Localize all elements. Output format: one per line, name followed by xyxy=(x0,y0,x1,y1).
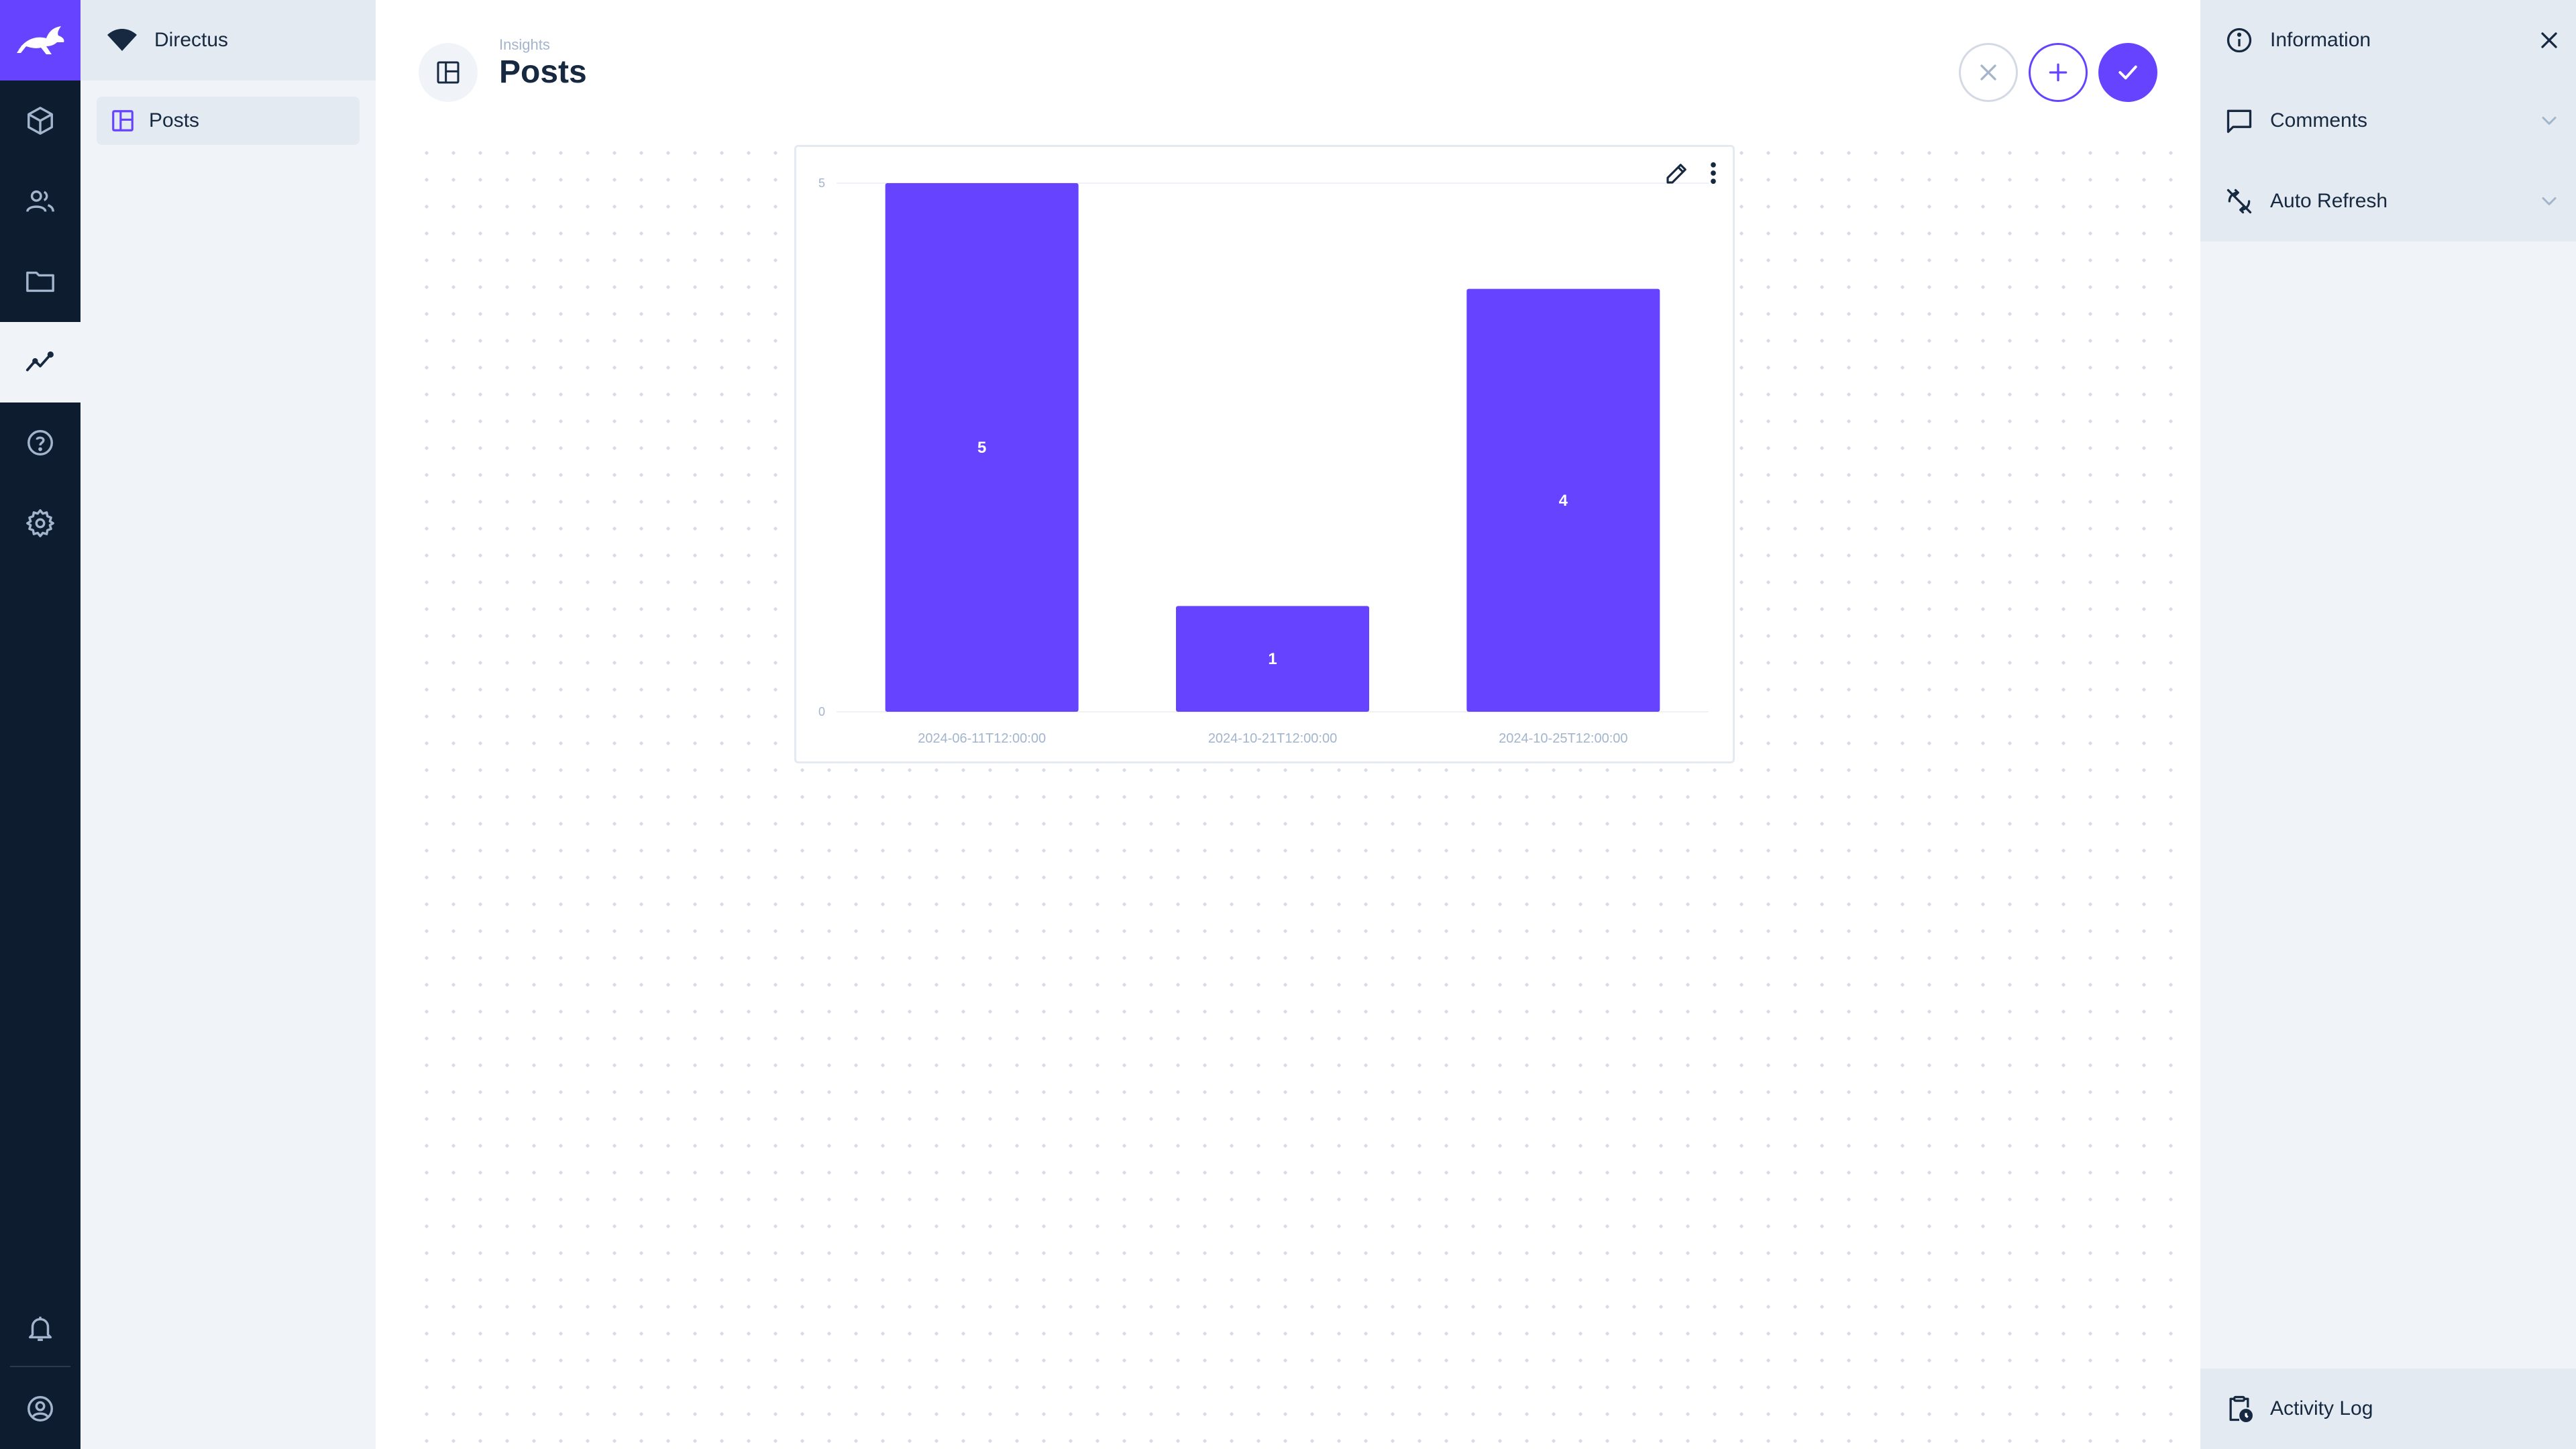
activity-log-button[interactable]: Activity Log xyxy=(2200,1368,2576,1449)
sidebar-item-auto-refresh[interactable]: Auto Refresh xyxy=(2200,161,2576,241)
navigation-pane: Directus Posts xyxy=(80,0,376,1449)
bell-icon xyxy=(28,1316,52,1341)
x-tick-label: 2024-06-11T12:00:00 xyxy=(918,731,1046,746)
module-files[interactable] xyxy=(0,241,80,322)
expand-auto-refresh-button[interactable] xyxy=(2522,189,2576,213)
pencil-icon xyxy=(1666,164,1686,184)
data-label: 1 xyxy=(1268,650,1277,668)
check-icon xyxy=(2118,65,2137,80)
sidebar-item-label: Auto Refresh xyxy=(2270,190,2388,212)
add-panel-button[interactable] xyxy=(2029,43,2088,102)
dashboard-icon xyxy=(437,61,460,84)
users-icon xyxy=(26,190,54,212)
y-tick-label: 5 xyxy=(818,176,825,190)
module-insights[interactable] xyxy=(0,322,80,402)
app-window: Directus Posts Insights Posts 0 5 5 2024… xyxy=(0,0,2576,1449)
box-icon xyxy=(28,107,53,135)
wifi-icon xyxy=(107,29,137,51)
module-users[interactable] xyxy=(0,161,80,241)
close-icon xyxy=(1980,64,1996,80)
close-sidebar-button[interactable] xyxy=(2522,27,2576,54)
account-icon xyxy=(28,1396,53,1421)
sync-disabled-icon xyxy=(2226,189,2252,214)
main-content: Insights Posts 0 5 5 2024-06-11T12:00:00 1 20… xyxy=(376,0,2200,1449)
x-tick-label: 2024-10-25T12:00:00 xyxy=(1499,731,1627,746)
save-button[interactable] xyxy=(2098,43,2157,102)
nav-item-posts[interactable]: Posts xyxy=(97,97,360,145)
panel-toolbar xyxy=(1663,159,1718,187)
sidebar-item-comments[interactable]: Comments xyxy=(2200,80,2576,161)
y-tick-label: 0 xyxy=(818,705,825,718)
edit-panel-button[interactable] xyxy=(1663,159,1691,187)
sidebar-item-label: Comments xyxy=(2270,109,2368,131)
page-title: Posts xyxy=(499,54,587,90)
user-menu-button[interactable] xyxy=(0,1368,80,1449)
sidebar-item-information[interactable]: Information xyxy=(2200,0,2576,80)
nav-item-label: Posts xyxy=(149,109,200,131)
project-header[interactable]: Directus xyxy=(80,0,376,80)
breadcrumb[interactable]: Insights xyxy=(499,36,550,54)
right-sidebar: Information Comments Auto Refresh Activi… xyxy=(2200,0,2576,1449)
module-divider xyxy=(10,1366,70,1367)
module-content[interactable] xyxy=(0,80,80,161)
chevron-down-icon xyxy=(2542,117,2557,125)
notifications-button[interactable] xyxy=(0,1288,80,1368)
panel-options-button[interactable] xyxy=(1709,159,1718,187)
dashboard-icon xyxy=(112,110,133,131)
module-settings[interactable] xyxy=(0,483,80,564)
chevron-down-icon xyxy=(2542,197,2557,205)
settings-icon xyxy=(26,509,54,537)
info-icon xyxy=(2226,28,2252,53)
expand-comments-button[interactable] xyxy=(2522,109,2576,133)
clipboard-clock-icon xyxy=(2229,1395,2253,1422)
project-name: Directus xyxy=(154,29,229,51)
insights-icon xyxy=(25,351,54,372)
chart-panel[interactable]: 0 5 5 2024-06-11T12:00:00 1 2024-10-21T12:00:… xyxy=(794,145,1735,763)
module-bar xyxy=(0,0,80,1449)
comment-icon xyxy=(2226,109,2252,133)
folder-icon xyxy=(26,271,54,292)
rabbit-logo-icon xyxy=(17,26,64,54)
cancel-button[interactable] xyxy=(1959,43,2018,102)
more-vertical-icon xyxy=(1711,162,1716,184)
activity-log-label: Activity Log xyxy=(2270,1397,2373,1419)
module-help[interactable] xyxy=(0,402,80,483)
title-icon-button[interactable] xyxy=(419,43,478,102)
logo[interactable] xyxy=(0,0,80,80)
bar-chart: 0 5 5 2024-06-11T12:00:00 1 2024-10-21T12:00:… xyxy=(818,176,1709,746)
close-icon xyxy=(2541,32,2557,48)
data-label: 5 xyxy=(977,439,986,457)
data-label: 4 xyxy=(1559,492,1568,510)
sidebar-item-label: Information xyxy=(2270,29,2371,51)
help-icon xyxy=(28,430,53,455)
x-tick-label: 2024-10-21T12:00:00 xyxy=(1208,731,1337,746)
plus-icon xyxy=(2049,63,2068,82)
